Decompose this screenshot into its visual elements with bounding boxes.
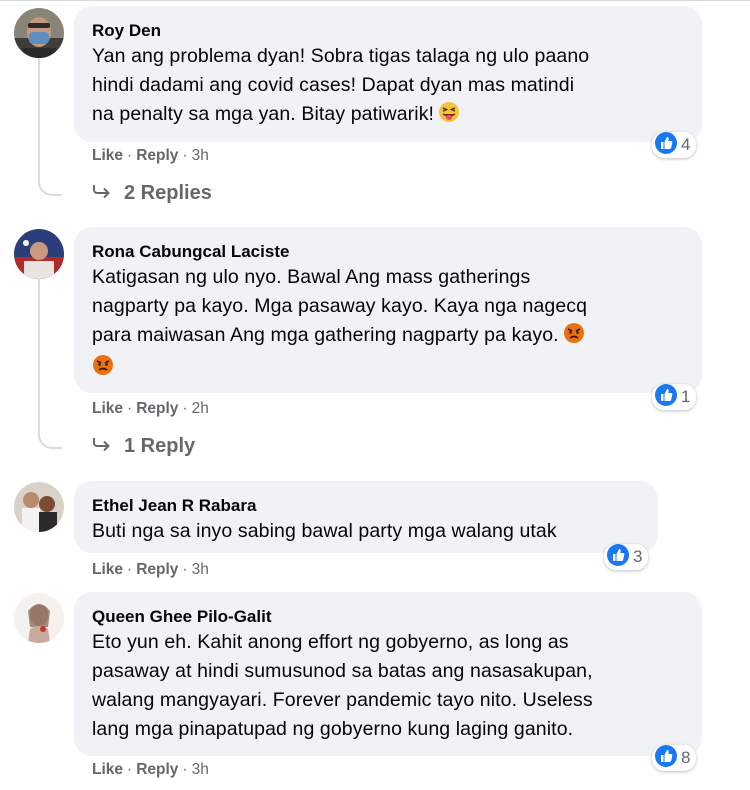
comment-text: Buti nga sa inyo sabing bawal party mga … xyxy=(92,517,640,546)
comment-author[interactable]: Ethel Jean R Rabara xyxy=(92,495,640,517)
comment-line: lang mga pinapatupad ng gobyerno kung la… xyxy=(92,718,574,740)
comment-bubble: Ethel Jean R Rabara Buti nga sa inyo sab… xyxy=(74,481,658,553)
like-link[interactable]: Like xyxy=(92,400,123,417)
comment-line: pasaway at hindi sumusunod sa batas ang … xyxy=(92,660,593,682)
comment-author[interactable]: Rona Cabungcal Laciste xyxy=(92,241,684,263)
thread-line xyxy=(38,279,62,449)
thumbs-up-icon xyxy=(655,383,677,411)
reply-link[interactable]: Reply xyxy=(136,761,178,778)
comment-line: hindi dadami ang covid cases! Dapat dyan… xyxy=(92,74,575,96)
thread-line xyxy=(38,58,62,196)
avatar[interactable] xyxy=(14,482,64,532)
reaction-count: 3 xyxy=(633,547,643,566)
reaction-summary[interactable]: 3 xyxy=(604,543,649,571)
replies-label: 1 Reply xyxy=(124,435,196,457)
avatar[interactable] xyxy=(14,8,64,58)
like-link[interactable]: Like xyxy=(92,761,123,778)
comment-actions: Like · Reply · 3h xyxy=(92,761,209,779)
separator-dot: · xyxy=(182,761,188,778)
comment-line: para maiwasan Ang mga gathering nagparty… xyxy=(92,321,684,353)
comment-timestamp[interactable]: 2h xyxy=(192,400,209,417)
comment-bubble: Rona Cabungcal Laciste Katigasan ng ulo … xyxy=(74,227,702,393)
view-replies-link[interactable]: 2 Replies xyxy=(92,182,212,205)
like-link[interactable]: Like xyxy=(92,147,123,164)
comment-actions: Like · Reply · 2h xyxy=(92,400,209,418)
separator-dot: · xyxy=(127,147,133,164)
comment-timestamp[interactable]: 3h xyxy=(192,761,209,778)
comment-text: Eto yun eh. Kahit anong effort ng gobyer… xyxy=(92,628,684,744)
comment-line: Buti nga sa inyo sabing bawal party mga … xyxy=(92,520,557,542)
separator-dot: · xyxy=(182,561,188,578)
view-replies-link[interactable]: 1 Reply xyxy=(92,435,195,458)
reaction-count: 1 xyxy=(681,387,691,406)
thumbs-up-icon xyxy=(607,543,629,571)
angry-face-emoji xyxy=(92,354,114,385)
separator-dot: · xyxy=(127,400,133,417)
comment-line: Eto yun eh. Kahit anong effort ng gobyer… xyxy=(92,631,569,653)
comment-actions: Like · Reply · 3h xyxy=(92,561,209,579)
comment-line xyxy=(92,353,684,385)
reaction-count: 8 xyxy=(681,748,691,767)
comment-line-text: para maiwasan Ang mga gathering nagparty… xyxy=(92,324,559,346)
comment-author[interactable]: Roy Den xyxy=(92,20,684,42)
thumbs-up-icon xyxy=(655,131,677,159)
reply-link[interactable]: Reply xyxy=(136,561,178,578)
reaction-summary[interactable]: 4 xyxy=(652,131,697,159)
reply-link[interactable]: Reply xyxy=(136,147,178,164)
replies-label: 2 Replies xyxy=(124,182,212,204)
like-link[interactable]: Like xyxy=(92,561,123,578)
thumbs-up-icon xyxy=(655,744,677,772)
reaction-summary[interactable]: 8 xyxy=(652,744,697,772)
avatar[interactable] xyxy=(14,593,64,643)
comment-line: walang mangyayari. Forever pandemic tayo… xyxy=(92,689,593,711)
angry-face-emoji xyxy=(563,322,585,353)
comment-line: Katigasan ng ulo nyo. Bawal Ang mass gat… xyxy=(92,266,531,288)
comment-text: Katigasan ng ulo nyo. Bawal Ang mass gat… xyxy=(92,263,684,385)
comment-timestamp[interactable]: 3h xyxy=(192,561,209,578)
comment-bubble: Roy Den Yan ang problema dyan! Sobra tig… xyxy=(74,6,702,142)
avatar[interactable] xyxy=(14,229,64,279)
comment-bubble: Queen Ghee Pilo-Galit Eto yun eh. Kahit … xyxy=(74,592,702,756)
squinting-tongue-emoji xyxy=(438,101,460,132)
comment-timestamp[interactable]: 3h xyxy=(192,147,209,164)
comment-author[interactable]: Queen Ghee Pilo-Galit xyxy=(92,606,684,628)
comment-text: Yan ang problema dyan! Sobra tigas talag… xyxy=(92,42,684,132)
comment-line: Yan ang problema dyan! Sobra tigas talag… xyxy=(92,45,590,67)
top-divider xyxy=(0,0,750,1)
reaction-count: 4 xyxy=(681,135,691,154)
separator-dot: · xyxy=(127,561,133,578)
comment-line: na penalty sa mga yan. Bitay patiwarik! xyxy=(92,100,684,132)
reply-arrow-icon xyxy=(92,435,112,458)
separator-dot: · xyxy=(182,147,188,164)
comment-line-text: na penalty sa mga yan. Bitay patiwarik! xyxy=(92,103,435,125)
reply-arrow-icon xyxy=(92,182,112,205)
reply-link[interactable]: Reply xyxy=(136,400,178,417)
comment-actions: Like · Reply · 3h xyxy=(92,147,209,165)
comment-line: nagparty pa kayo. Mga pasaway kayo. Kaya… xyxy=(92,295,588,317)
separator-dot: · xyxy=(182,400,188,417)
reaction-summary[interactable]: 1 xyxy=(652,383,697,411)
separator-dot: · xyxy=(127,761,133,778)
